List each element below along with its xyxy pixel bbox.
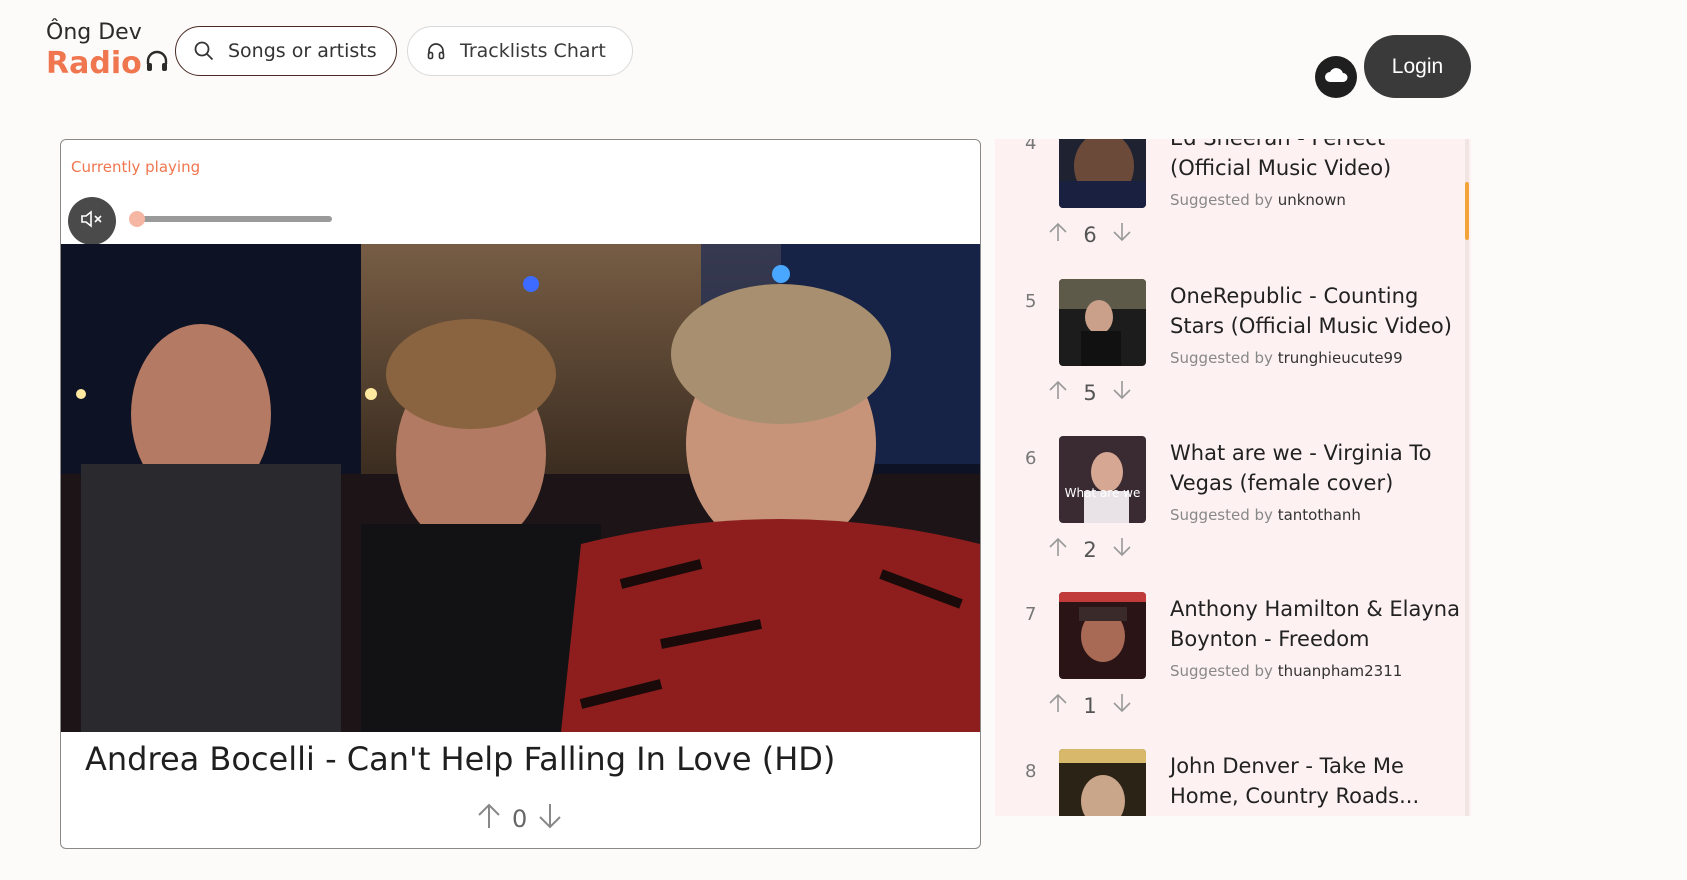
queue-index: 4 — [1025, 139, 1037, 154]
upvote-arrow-icon[interactable] — [1047, 692, 1069, 719]
tracklists-chart-button[interactable]: Tracklists Chart — [407, 26, 633, 76]
vote-count: 0 — [512, 805, 528, 833]
queue-index: 5 — [1025, 291, 1037, 312]
queue-index: 6 — [1025, 448, 1037, 469]
song-thumbnail — [1059, 749, 1146, 816]
queue-song-title[interactable]: Ed Sheeran - Perfect (Official Music Vid… — [1170, 139, 1460, 183]
tracklists-chart-label: Tracklists Chart — [460, 40, 606, 62]
suggested-by: Suggested by tantothanh — [1170, 506, 1361, 524]
upvote-arrow-icon[interactable] — [1047, 379, 1069, 406]
song-thumbnail: What are we — [1059, 436, 1146, 523]
suggested-by: Suggested by thuanpham2311 — [1170, 662, 1402, 680]
queue-item[interactable]: 6 What are we What are we - Virginia To … — [995, 436, 1471, 592]
song-thumbnail — [1059, 592, 1146, 679]
vote-count: 6 — [1083, 222, 1097, 247]
queue-votes: 5 — [1047, 379, 1133, 406]
suggested-by-prefix: Suggested by — [1170, 506, 1273, 524]
downvote-arrow-icon[interactable] — [1111, 379, 1133, 406]
currently-playing-label: Currently playing — [71, 158, 201, 176]
song-thumbnail — [1059, 139, 1146, 208]
video-player[interactable] — [61, 244, 980, 732]
brand-line1: Ông Dev — [46, 20, 142, 45]
song-queue[interactable]: 4 Ed Sheeran - Perfect (Official Music V… — [995, 139, 1471, 816]
queue-item[interactable]: 4 Ed Sheeran - Perfect (Official Music V… — [995, 139, 1471, 277]
queue-index: 7 — [1025, 604, 1037, 625]
downvote-arrow-icon[interactable] — [1111, 692, 1133, 719]
now-playing-card: Currently playing Andrea Bocelli - Can't… — [60, 139, 981, 849]
suggester-name[interactable]: trunghieucute99 — [1278, 349, 1403, 367]
headphones-icon — [144, 48, 170, 80]
volume-slider-handle[interactable] — [129, 211, 145, 227]
suggested-by-prefix: Suggested by — [1170, 349, 1273, 367]
login-button[interactable]: Login — [1364, 35, 1471, 98]
queue-scrollbar-thumb[interactable] — [1465, 182, 1469, 240]
suggested-by-prefix: Suggested by — [1170, 662, 1273, 680]
queue-item[interactable]: 7 Anthony Hamilton & Elayna Boynton - Fr… — [995, 592, 1471, 748]
queue-item[interactable]: 8 John Denver - Take Me Home, Country Ro… — [995, 749, 1471, 816]
song-thumbnail — [1059, 279, 1146, 366]
vote-count: 5 — [1083, 380, 1097, 405]
downvote-arrow-icon[interactable] — [537, 802, 563, 836]
now-playing-votes: 0 — [476, 802, 563, 836]
search-icon — [194, 41, 214, 61]
volume-slider[interactable] — [136, 216, 332, 222]
video-frame — [61, 244, 980, 732]
vote-count: 2 — [1083, 537, 1097, 562]
suggested-by: Suggested by trunghieucute99 — [1170, 349, 1403, 367]
upvote-arrow-icon[interactable] — [1047, 536, 1069, 563]
suggested-by: Suggested by unknown — [1170, 191, 1346, 209]
cloud-button[interactable] — [1315, 56, 1357, 98]
suggester-name[interactable]: thuanpham2311 — [1278, 662, 1403, 680]
queue-song-title[interactable]: OneRepublic - Counting Stars (Official M… — [1170, 281, 1460, 341]
search-label: Songs or artists — [228, 40, 377, 62]
vote-count: 1 — [1083, 693, 1097, 718]
downvote-arrow-icon[interactable] — [1111, 536, 1133, 563]
volume-muted-icon — [79, 209, 105, 233]
suggested-by-prefix: Suggested by — [1170, 191, 1273, 209]
headphones-icon — [426, 41, 446, 61]
queue-votes: 6 — [1047, 221, 1133, 248]
queue-votes: 2 — [1047, 536, 1133, 563]
queue-index: 8 — [1025, 761, 1037, 782]
thumbnail-text: What are we — [1064, 486, 1141, 500]
queue-song-title[interactable]: Anthony Hamilton & Elayna Boynton - Free… — [1170, 594, 1460, 654]
brand-line2: Radio — [46, 46, 142, 81]
queue-song-title[interactable]: John Denver - Take Me Home, Country Road… — [1170, 751, 1460, 811]
now-playing-title: Andrea Bocelli - Can't Help Falling In L… — [85, 740, 836, 778]
suggester-name[interactable]: unknown — [1278, 191, 1346, 209]
upvote-arrow-icon[interactable] — [1047, 221, 1069, 248]
downvote-arrow-icon[interactable] — [1111, 221, 1133, 248]
brand-logo[interactable]: Ông Dev Radio — [46, 22, 170, 80]
queue-song-title[interactable]: What are we - Virginia To Vegas (female … — [1170, 438, 1460, 498]
queue-scrollbar[interactable] — [1465, 139, 1469, 816]
queue-item[interactable]: 5 OneRepublic - Counting Stars (Official… — [995, 279, 1471, 435]
cloud-icon — [1324, 66, 1348, 88]
queue-votes: 1 — [1047, 692, 1133, 719]
mute-button[interactable] — [68, 197, 116, 245]
search-button[interactable]: Songs or artists — [175, 26, 397, 76]
upvote-arrow-icon[interactable] — [476, 802, 502, 836]
suggester-name[interactable]: tantothanh — [1278, 506, 1361, 524]
